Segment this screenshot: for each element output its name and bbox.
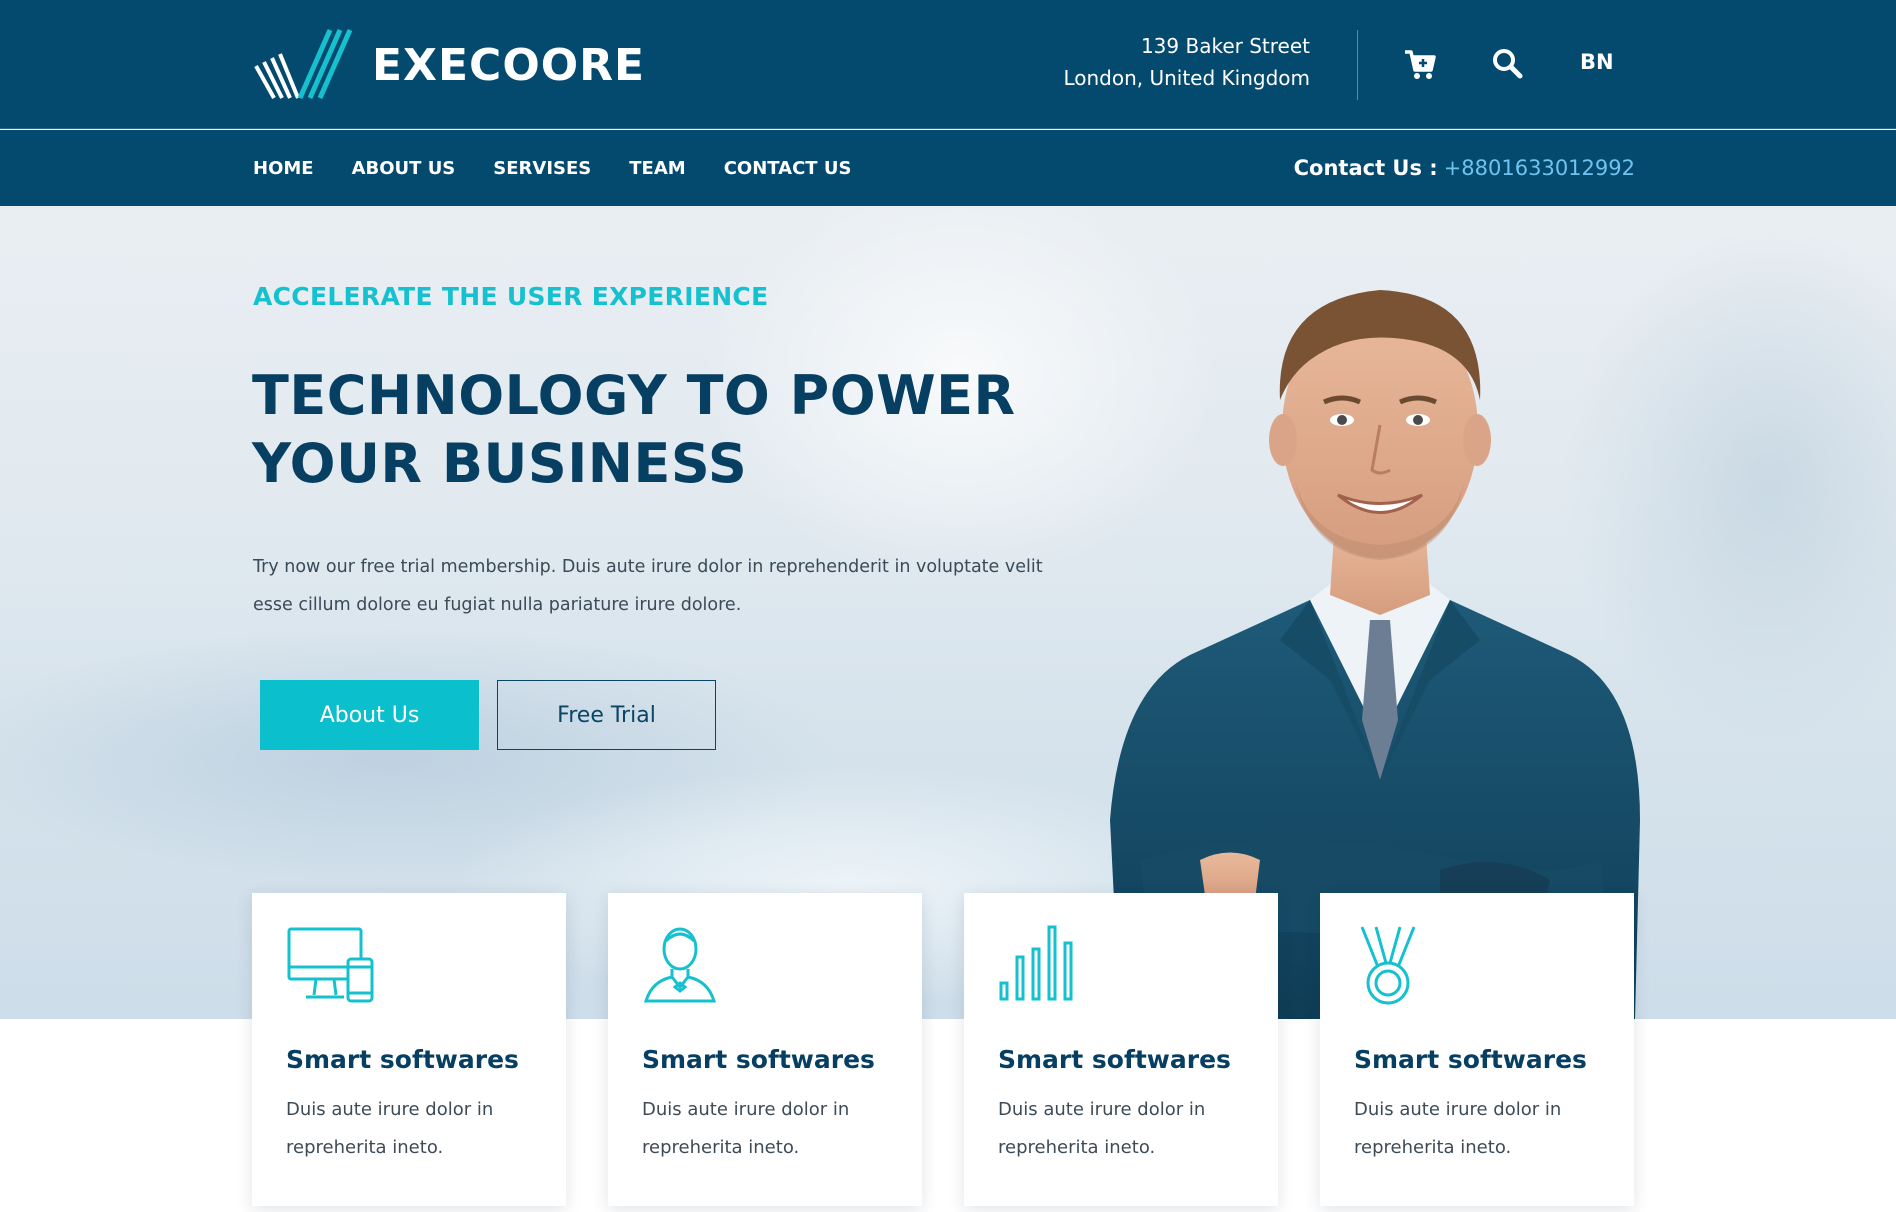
free-trial-button[interactable]: Free Trial — [497, 680, 716, 750]
header-divider — [1357, 30, 1358, 100]
cart-icon — [1405, 50, 1436, 79]
feature-card[interactable]: Smart softwares Duis aute irure dolor in… — [964, 893, 1278, 1206]
language-switch[interactable]: BN — [1580, 50, 1614, 74]
feature-title: Smart softwares — [998, 1045, 1231, 1074]
nav-about-us[interactable]: ABOUT US — [352, 158, 456, 179]
nav-home[interactable]: HOME — [253, 158, 314, 179]
medal-icon — [1360, 926, 1416, 1005]
search-icon — [1493, 49, 1523, 79]
address-line-2: London, United Kingdom — [1063, 66, 1310, 90]
feature-card[interactable]: Smart softwares Duis aute irure dolor in… — [608, 893, 922, 1206]
hero-eyebrow: ACCELERATE THE USER EXPERIENCE — [253, 282, 769, 311]
brand-name: EXECOORE — [372, 39, 646, 91]
features-section: Smart softwares Duis aute irure dolor in… — [252, 893, 1636, 1206]
about-us-button[interactable]: About Us — [260, 680, 479, 750]
devices-icon — [287, 927, 374, 1003]
feature-card[interactable]: Smart softwares Duis aute irure dolor in… — [1320, 893, 1634, 1206]
feature-title: Smart softwares — [286, 1045, 519, 1074]
header-address: 139 Baker Street London, United Kingdom — [1063, 30, 1310, 94]
main-nav: HOME ABOUT US SERVISES TEAM CONTACT US C… — [0, 130, 1896, 206]
feature-title: Smart softwares — [1354, 1045, 1587, 1074]
feature-text: Duis aute irure dolor in repreherita ine… — [286, 1099, 494, 1158]
nav-team[interactable]: TEAM — [629, 158, 685, 179]
hero-intro: Try now our free trial membership. Duis … — [253, 557, 1043, 615]
feature-text: Duis aute irure dolor in repreherita ine… — [1354, 1099, 1562, 1158]
user-icon — [643, 927, 717, 1003]
top-header: EXECOORE 139 Baker Street London, United… — [0, 0, 1896, 129]
feature-card[interactable]: Smart softwares Duis aute irure dolor in… — [252, 893, 566, 1206]
contact-phone-link[interactable]: +8801633012992 — [1444, 156, 1635, 180]
nav-links: HOME ABOUT US SERVISES TEAM CONTACT US — [253, 130, 889, 206]
bar-chart-icon — [999, 925, 1073, 1001]
hero-headline: TECHNOLOGY TO POWER YOUR BUSINESS — [252, 362, 1016, 498]
hero-headline-line-2: YOUR BUSINESS — [252, 432, 748, 495]
cart-button[interactable] — [1402, 46, 1438, 82]
contact-label: Contact Us : — [1293, 156, 1438, 180]
search-button[interactable] — [1490, 46, 1524, 80]
nav-contact-us[interactable]: CONTACT US — [724, 158, 852, 179]
feature-title: Smart softwares — [642, 1045, 875, 1074]
nav-contact: Contact Us : +8801633012992 — [1294, 130, 1635, 206]
feature-text: Duis aute irure dolor in repreherita ine… — [642, 1099, 850, 1158]
address-line-1: 139 Baker Street — [1140, 34, 1310, 58]
nav-services[interactable]: SERVISES — [493, 158, 591, 179]
logo-mark-icon — [254, 28, 353, 100]
feature-text: Duis aute irure dolor in repreherita ine… — [998, 1099, 1206, 1158]
brand-logo[interactable]: EXECOORE — [252, 28, 645, 102]
hero-headline-line-1: TECHNOLOGY TO POWER — [252, 364, 1016, 427]
